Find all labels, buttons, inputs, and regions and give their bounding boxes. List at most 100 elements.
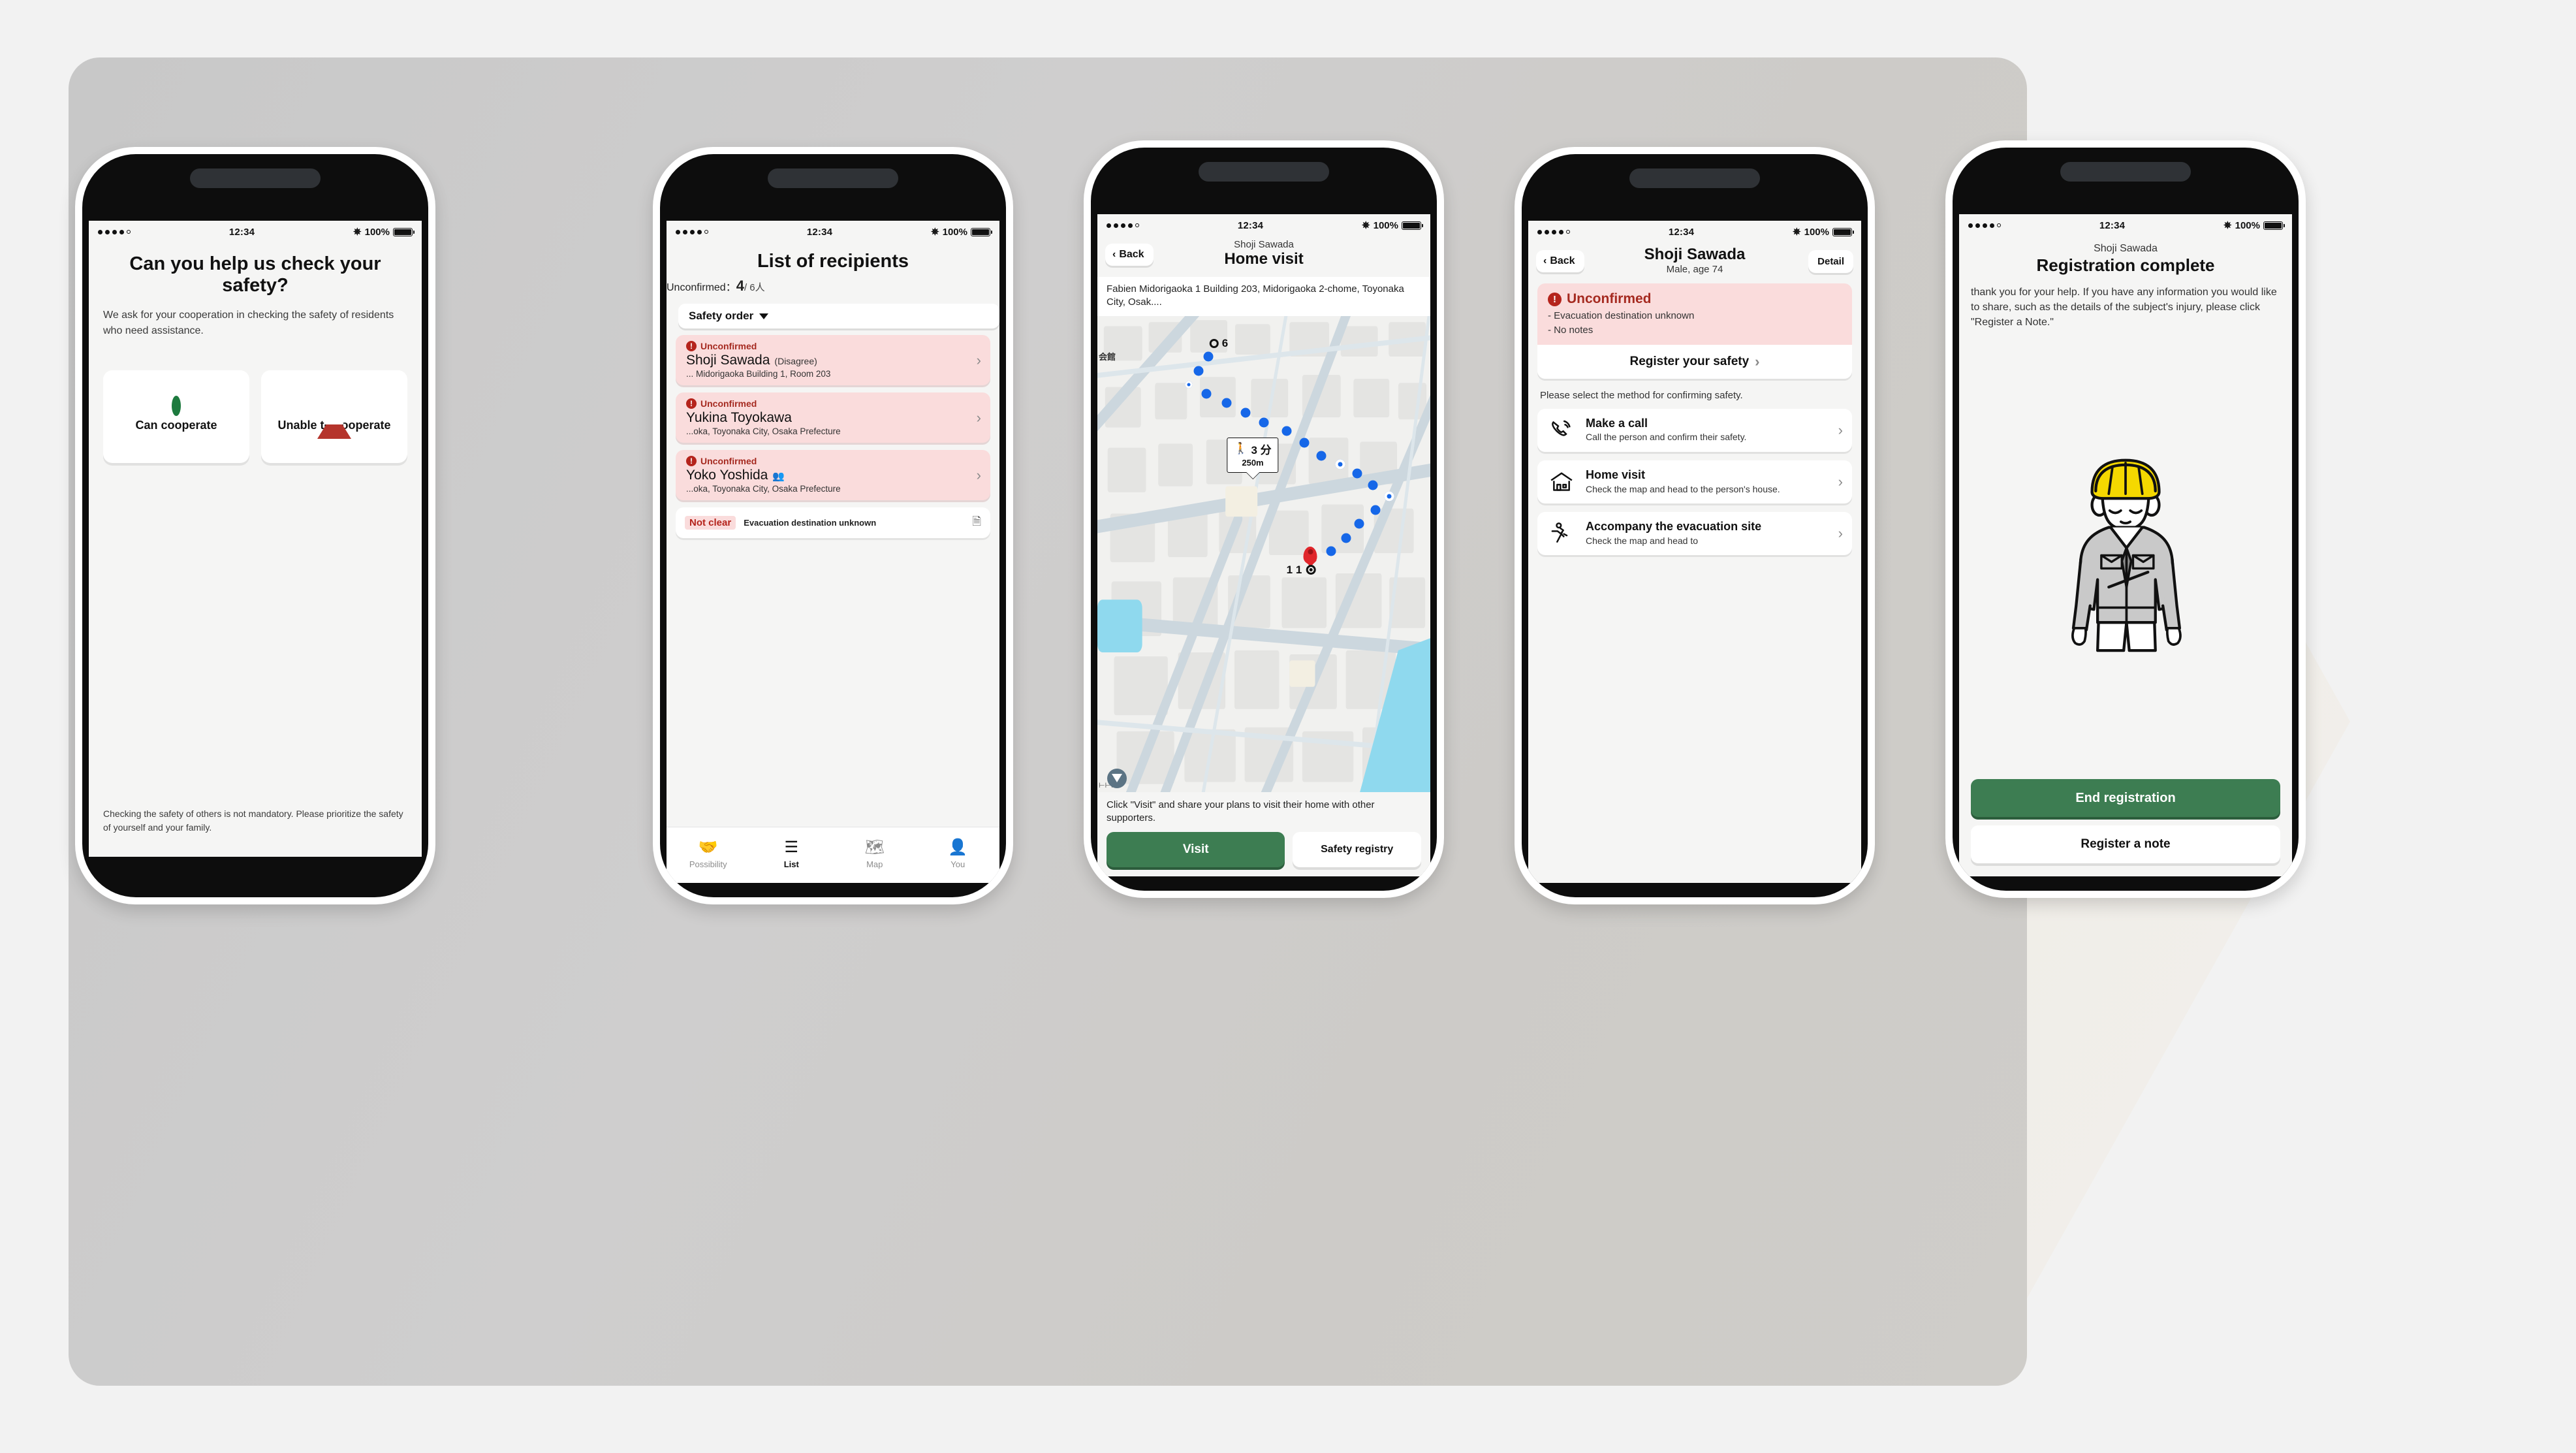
notch (1629, 168, 1760, 188)
recipient-name: Shoji Sawada (686, 353, 770, 368)
status-badge: ! Unconfirmed (686, 456, 968, 467)
page-title: Registration complete (2036, 255, 2215, 275)
status-bar: 12:34 ✵ 100% (89, 221, 422, 243)
visit-button[interactable]: Visit (1107, 832, 1285, 867)
warning-icon: ! (686, 456, 697, 467)
phone-mockup-4: 12:34 ✵ 100% ‹ Back Shoji Sawada Male, a… (1515, 147, 1875, 904)
unable-to-cooperate-button[interactable]: Unable to cooperate (261, 370, 407, 463)
bluetooth-icon: ✵ (353, 226, 362, 238)
walking-person-icon: 🚶 (1234, 442, 1248, 455)
destination-pin-icon (1303, 546, 1317, 564)
disclaimer-note: Checking the safety of others is not man… (103, 808, 403, 833)
status-label: Unconfirmed (1567, 291, 1652, 306)
notch (768, 168, 898, 188)
tab-you[interactable]: 👤 You (917, 840, 1000, 870)
nav-bar: ‹ Back Shoji Sawada Home visit (1097, 236, 1430, 277)
nav-bar: ‹ Back Shoji Sawada Male, age 74 Detail (1528, 243, 1861, 283)
method-title: Home visit (1586, 468, 1646, 481)
lead-text: We ask for your cooperation in checking … (103, 309, 394, 336)
list-item[interactable]: ! Unconfirmed Shoji Sawada (Disagree) ..… (676, 335, 990, 386)
body-text: thank you for your help. If you have any… (1971, 287, 2277, 328)
person-icon: 👤 (948, 838, 968, 856)
phone-mockup-3: 12:34 ✵ 100% ‹ Back Shoji Sawada Home vi… (1084, 140, 1444, 898)
recipient-name-row: Yukina Toyokawa (686, 410, 968, 426)
method-accompany-evacuation[interactable]: Accompany the evacuation site Check the … (1537, 512, 1852, 556)
recipient-address: ... Midorigaoka Building 1, Room 203 (686, 369, 831, 379)
register-note-button[interactable]: Register a note (1971, 825, 2280, 863)
status-right: ✵ 100% (1793, 226, 1854, 238)
battery-percent: 100% (1804, 226, 1829, 238)
status-bar: 12:34 ✵ 100% (667, 221, 999, 243)
phone-body: 12:34 ✵ 100% ‹ Back Shoji Sawada Home vi… (1091, 148, 1437, 891)
choice-group: Can cooperate Unable to cooperate (89, 370, 422, 463)
safety-registry-button[interactable]: Safety registry (1293, 832, 1421, 867)
notch (190, 168, 321, 188)
compass-icon[interactable] (1107, 768, 1127, 788)
bottom-tab-bar: 🤝 Possibility ☰ List 🗺 Map 👤 You (667, 827, 999, 883)
chevron-right-icon: › (976, 351, 981, 368)
tab-possibility[interactable]: 🤝 Possibility (667, 840, 750, 870)
method-make-a-call[interactable]: Make a call Call the person and confirm … (1537, 408, 1852, 452)
notch (2060, 162, 2191, 182)
list-item[interactable]: ! Unconfirmed Yoko Yoshida 👥 ...oka, Toy… (676, 450, 990, 501)
phone-body: 12:34 ✵ 100% ‹ Back Shoji Sawada Male, a… (1522, 154, 1868, 897)
screen-recipient-list: 12:34 ✵ 100% List of recipients Unconfir… (667, 221, 999, 883)
warning-icon: ! (686, 398, 697, 409)
phone-body: 12:34 ✵ 100% Shoji Sawada Registration c… (1953, 148, 2299, 891)
map-view[interactable]: 会館 6 🚶 3 分 250m 1 1 ⊢⊢⊢ (1097, 315, 1430, 792)
method-list: Make a call Call the person and confirm … (1528, 402, 1861, 556)
battery-icon (1401, 221, 1423, 230)
sort-order-dropdown[interactable]: Safety order (678, 304, 999, 329)
end-registration-button[interactable]: End registration (1971, 779, 2280, 817)
method-home-visit[interactable]: Home visit Check the map and head to the… (1537, 460, 1852, 504)
page-title: List of recipients (757, 251, 909, 272)
list-item[interactable]: ! Unconfirmed Yukina Toyokawa ...oka, To… (676, 392, 990, 443)
count-value: 4 (736, 278, 744, 295)
back-label: Back (1550, 255, 1575, 266)
phone-mockup-1: 12:34 ✵ 100% Can you help us check your … (75, 147, 435, 904)
detail-button[interactable]: Detail (1808, 249, 1853, 273)
warning-icon: ! (686, 341, 697, 352)
status-time: 12:34 (806, 226, 833, 238)
status-bar: 12:34 ✵ 100% (1097, 214, 1430, 236)
battery-percent: 100% (2235, 219, 2260, 231)
can-cooperate-button[interactable]: Can cooperate (103, 370, 249, 463)
circle-ok-icon (172, 396, 181, 417)
not-clear-tag: Not clear (685, 516, 736, 530)
phone-mockup-2: 12:34 ✵ 100% List of recipients Unconfir… (653, 147, 1013, 904)
tab-label: Possibility (689, 859, 727, 869)
address-bar: Fabien Midorigaoka 1 Building 203, Midor… (1097, 277, 1430, 316)
alert-line: - Evacuation destination unknown (1548, 310, 1695, 321)
bluetooth-icon: ✵ (931, 226, 939, 238)
status-badge: ! Unconfirmed (686, 341, 968, 352)
back-button[interactable]: ‹ Back (1105, 244, 1154, 266)
triangle-warning-icon (317, 400, 351, 439)
running-person-icon (1547, 520, 1577, 547)
recipient-address: ...oka, Toyonaka City, Osaka Prefecture (686, 426, 841, 437)
status-right: ✵ 100% (2223, 219, 2285, 231)
not-clear-row[interactable]: Not clear Evacuation destination unknown… (676, 507, 990, 539)
bluetooth-icon: ✵ (1793, 226, 1801, 238)
method-text: Home visit Check the map and head to the… (1586, 468, 1780, 495)
method-desc: Check the map and head to the person's h… (1586, 483, 1780, 494)
status-time: 12:34 (228, 226, 255, 238)
warning-icon: ! (1548, 292, 1562, 306)
footer-hint: Click "Visit" and share your plans to vi… (1107, 799, 1375, 823)
status-right: ✵ 100% (931, 226, 992, 238)
back-button[interactable]: ‹ Back (1536, 250, 1584, 272)
method-text: Make a call Call the person and confirm … (1586, 417, 1746, 443)
tab-map[interactable]: 🗺 Map (833, 840, 917, 870)
note-icon: 🗎 (972, 515, 981, 528)
tab-list[interactable]: ☰ List (750, 840, 834, 870)
status-label: Unconfirmed (700, 341, 757, 352)
status-bar: 12:34 ✵ 100% (1959, 214, 2292, 236)
register-safety-button[interactable]: Register your safety › (1537, 345, 1852, 379)
status-badge: ! Unconfirmed (686, 398, 968, 409)
screen-registration-complete: 12:34 ✵ 100% Shoji Sawada Registration c… (1959, 214, 2292, 876)
phone-body: 12:34 ✵ 100% Can you help us check your … (82, 154, 428, 897)
screen-home-visit-map: 12:34 ✵ 100% ‹ Back Shoji Sawada Home vi… (1097, 214, 1430, 876)
nav-person-name: Shoji Sawada (2094, 243, 2158, 254)
phone-call-icon (1547, 417, 1577, 443)
circle-icon (1209, 338, 1219, 348)
back-label: Back (1119, 249, 1144, 260)
